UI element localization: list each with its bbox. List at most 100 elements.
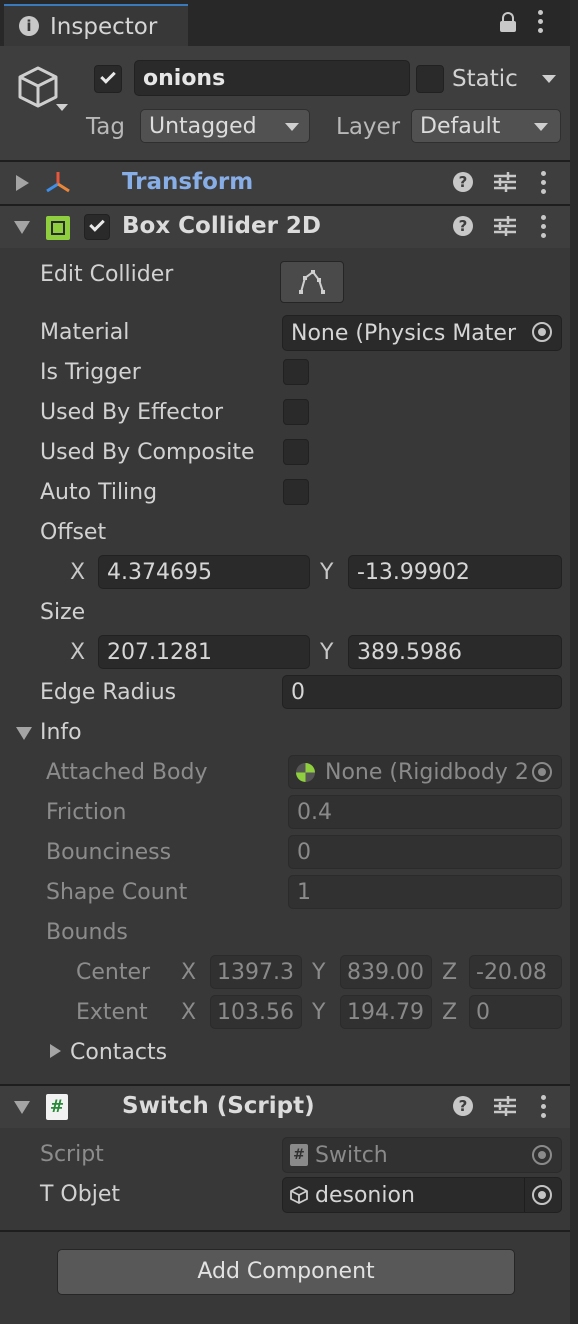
edit-collider-label: Edit Collider: [40, 262, 174, 287]
layer-dropdown[interactable]: Default: [411, 109, 561, 143]
help-icon[interactable]: ?: [453, 216, 473, 236]
divider: [0, 1230, 570, 1232]
object-picker-icon: [532, 1145, 552, 1165]
extent-z-field: 0: [469, 995, 562, 1029]
center-y-axis-label: Y: [312, 960, 326, 985]
object-name-text: onions: [143, 65, 226, 91]
scrollbar-gutter[interactable]: [570, 0, 578, 1324]
presets-sliders-icon[interactable]: [494, 216, 516, 236]
transform-header[interactable]: [0, 162, 570, 204]
tag-label: Tag: [86, 114, 125, 140]
collapse-arrow-icon[interactable]: [14, 1101, 30, 1114]
gameobject-cube-icon: [289, 1185, 309, 1205]
tab-inspector[interactable]: i Inspector: [4, 4, 188, 46]
rigidbody-icon: [296, 763, 315, 782]
contacts-foldout-arrow-icon[interactable]: [50, 1044, 61, 1058]
offset-y-field[interactable]: -13.99902: [348, 555, 562, 589]
object-picker-icon: [532, 762, 552, 782]
transform-axes-icon: [44, 170, 72, 194]
offset-y-value: -13.99902: [357, 559, 470, 585]
script-file-icon: #: [290, 1144, 308, 1166]
center-x-field: 1397.3: [210, 955, 302, 989]
size-y-value: 389.5986: [357, 639, 462, 665]
extent-z-axis-label: Z: [442, 1000, 458, 1025]
extent-x-value: 103.56: [217, 999, 294, 1025]
used-by-effector-checkbox[interactable]: [283, 399, 309, 425]
auto-tiling-checkbox[interactable]: [283, 479, 309, 505]
layer-dropdown-value: Default: [420, 113, 501, 139]
transform-title: Transform: [122, 169, 254, 195]
collapse-arrow-icon[interactable]: [14, 221, 30, 234]
extent-x-axis-label: X: [181, 1000, 197, 1025]
offset-label: Offset: [40, 520, 107, 545]
info-foldout-label[interactable]: Info: [40, 722, 82, 744]
is-trigger-checkbox[interactable]: [283, 359, 309, 385]
friction-label: Friction: [46, 800, 127, 825]
contacts-foldout-label[interactable]: Contacts: [70, 1042, 167, 1064]
tab-menu-kebab-icon[interactable]: [538, 10, 544, 37]
center-x-value: 1397.3: [217, 959, 294, 985]
tab-inspector-label: Inspector: [50, 14, 158, 40]
component-menu-kebab-icon[interactable]: [541, 171, 547, 198]
csharp-script-icon: #: [46, 1094, 68, 1120]
box-collider-title: Box Collider 2D: [122, 213, 322, 239]
bounds-label: Bounds: [46, 920, 128, 945]
center-z-axis-label: Z: [442, 960, 458, 985]
is-trigger-label: Is Trigger: [40, 360, 141, 385]
center-y-field: 839.00: [340, 955, 432, 989]
extent-label: Extent: [76, 1000, 148, 1025]
object-picker-icon[interactable]: [532, 322, 552, 342]
component-enabled-toggle[interactable]: [84, 214, 110, 240]
switch-script-title: Switch (Script): [122, 1093, 315, 1119]
help-icon[interactable]: ?: [453, 1096, 473, 1116]
attached-body-label: Attached Body: [46, 760, 208, 785]
offset-x-field[interactable]: 4.374695: [98, 555, 310, 589]
center-label: Center: [76, 960, 151, 985]
tag-dropdown[interactable]: Untagged: [140, 109, 310, 143]
object-name-input[interactable]: onions: [134, 60, 410, 96]
shape-count-label: Shape Count: [46, 880, 188, 905]
box-collider-icon: [46, 216, 70, 240]
attached-body-value: None (Rigidbody 2: [325, 759, 529, 785]
size-x-axis-label: X: [70, 640, 86, 665]
active-toggle[interactable]: [94, 65, 122, 93]
used-by-composite-checkbox[interactable]: [283, 439, 309, 465]
component-menu-kebab-icon[interactable]: [541, 1095, 547, 1122]
help-icon[interactable]: ?: [453, 172, 473, 192]
gameobject-cube-icon[interactable]: [14, 62, 70, 118]
script-field: Switch: [282, 1137, 562, 1173]
extent-y-field: 194.79: [340, 995, 432, 1029]
extent-z-value: 0: [476, 999, 490, 1025]
material-label: Material: [40, 320, 130, 345]
component-menu-kebab-icon[interactable]: [541, 215, 547, 242]
offset-x-value: 4.374695: [107, 559, 212, 585]
object-picker-icon[interactable]: [532, 1185, 552, 1205]
size-y-field[interactable]: 389.5986: [348, 635, 562, 669]
shape-count-value: 1: [297, 879, 311, 905]
material-field[interactable]: None (Physics Mater: [282, 315, 562, 351]
presets-sliders-icon[interactable]: [494, 1096, 516, 1116]
friction-value: 0.4: [297, 799, 332, 825]
auto-tiling-label: Auto Tiling: [40, 480, 158, 505]
info-foldout-arrow-icon[interactable]: [16, 727, 32, 740]
size-label: Size: [40, 600, 86, 625]
presets-sliders-icon[interactable]: [494, 172, 516, 192]
shape-count-field: 1: [288, 875, 562, 909]
bounciness-field: 0: [288, 835, 562, 869]
edge-radius-value: 0: [291, 679, 305, 705]
lock-icon[interactable]: [500, 12, 516, 32]
static-label: Static: [452, 66, 518, 92]
size-x-field[interactable]: 207.1281: [98, 635, 310, 669]
offset-y-axis-label: Y: [320, 560, 334, 585]
info-icon: i: [19, 16, 39, 36]
edit-collider-button[interactable]: [280, 261, 344, 303]
edge-radius-field[interactable]: 0: [282, 675, 562, 709]
chevron-down-icon: [534, 123, 548, 131]
t-objet-field[interactable]: desonion: [282, 1177, 562, 1213]
static-toggle[interactable]: [416, 65, 444, 93]
static-dropdown-caret-icon[interactable]: [542, 75, 556, 83]
add-component-button[interactable]: Add Component: [57, 1249, 515, 1295]
expand-arrow-icon[interactable]: [16, 175, 29, 191]
t-objet-value: desonion: [315, 1182, 415, 1208]
script-value: Switch: [315, 1142, 388, 1168]
